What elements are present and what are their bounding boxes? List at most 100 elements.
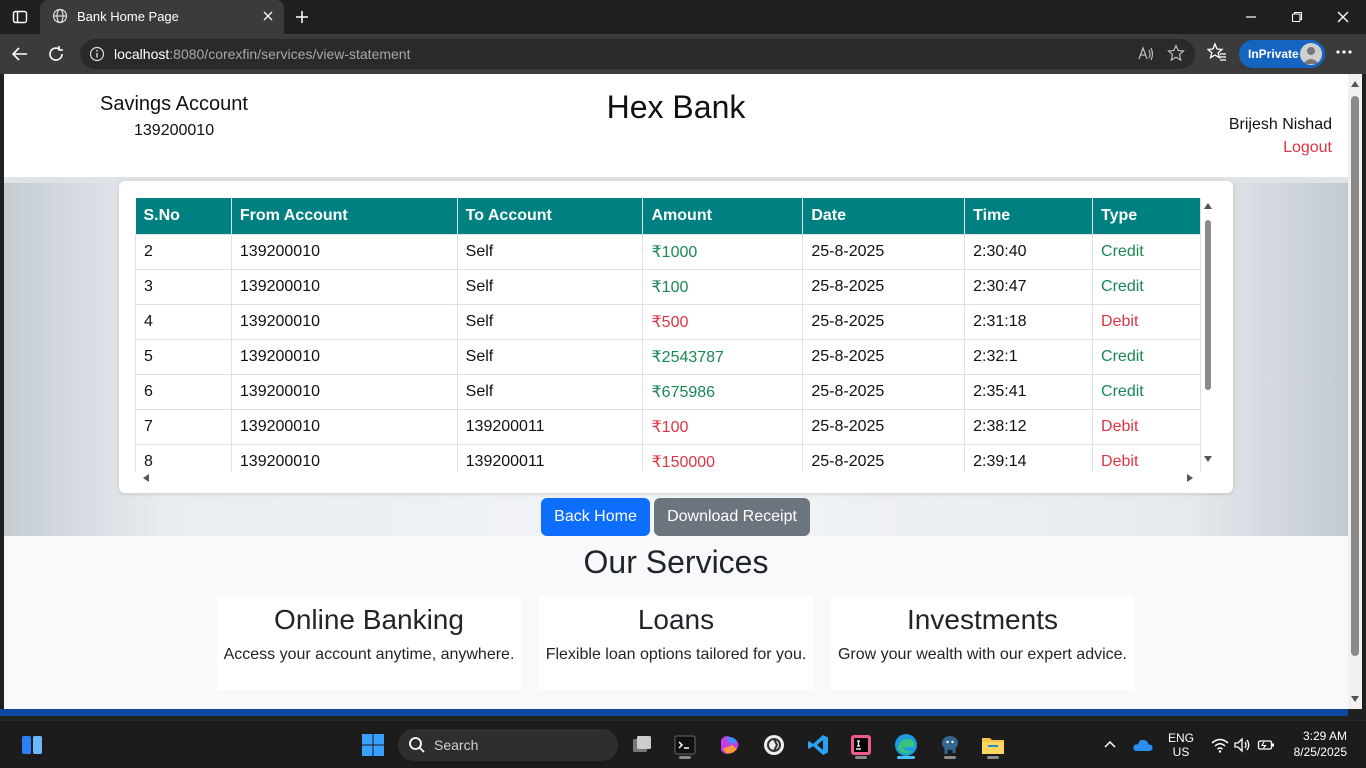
table-row: 5 139200010 Self ₹2543787 25-8-2025 2:32…	[135, 339, 1201, 375]
scroll-up-arrow-icon[interactable]	[1204, 203, 1212, 209]
cell-type: Credit	[1092, 233, 1201, 270]
cell-date: 25-8-2025	[802, 233, 966, 270]
postgres-icon[interactable]	[934, 729, 966, 761]
battery-icon[interactable]	[1250, 729, 1282, 761]
url-text[interactable]: localhost:8080/corexfin/services/view-st…	[114, 46, 410, 62]
m365-app-icon[interactable]	[714, 729, 746, 761]
read-aloud-icon[interactable]	[1137, 45, 1155, 66]
user-name: Brijesh Nishad	[1228, 116, 1332, 133]
browser-tab[interactable]: Bank Home Page	[40, 0, 284, 34]
service-card-loans: Loans Flexible loan options tailored for…	[539, 596, 813, 690]
site-info-icon[interactable]	[89, 46, 105, 67]
cell-time: 2:38:12	[964, 409, 1094, 445]
widgets-icon[interactable]	[16, 729, 48, 761]
clock[interactable]: 3:29 AM 8/25/2025	[1287, 729, 1347, 759]
table-row: 6 139200010 Self ₹675986 25-8-2025 2:35:…	[135, 374, 1201, 410]
file-explorer-icon[interactable]	[977, 729, 1009, 761]
clock-date: 8/25/2025	[1293, 745, 1347, 759]
cell-to: Self	[457, 304, 644, 340]
cell-sno: 4	[135, 304, 232, 340]
active-indicator	[897, 756, 915, 759]
inprivate-badge[interactable]: InPrivate	[1239, 40, 1325, 68]
cell-from: 139200010	[231, 374, 458, 410]
service-title: Loans	[637, 604, 715, 635]
minimize-button[interactable]	[1228, 0, 1274, 34]
globe-icon	[52, 8, 68, 27]
cell-date: 25-8-2025	[802, 304, 966, 340]
service-description: Access your account anytime, anywhere.	[223, 646, 515, 663]
table-row: 4 139200010 Self ₹500 25-8-2025 2:31:18 …	[135, 304, 1201, 340]
services-section: Our Services Online Banking Access your …	[4, 536, 1348, 709]
cell-to: Self	[457, 233, 644, 270]
table-vertical-scrollbar[interactable]	[1202, 198, 1214, 470]
page-scroll-up-arrow-icon[interactable]	[1351, 81, 1359, 87]
new-tab-button[interactable]	[290, 5, 314, 29]
intellij-icon[interactable]	[845, 729, 877, 761]
cell-date: 25-8-2025	[802, 409, 966, 445]
scroll-left-arrow-icon[interactable]	[143, 474, 149, 482]
cell-type: Credit	[1092, 374, 1201, 410]
page-scroll-down-arrow-icon[interactable]	[1351, 696, 1359, 702]
service-card-investments: Investments Grow your wealth with our ex…	[831, 596, 1134, 690]
restore-button[interactable]	[1274, 0, 1320, 34]
terminal-app-icon[interactable]	[669, 729, 701, 761]
column-header-from-account: From Account	[231, 198, 458, 234]
table-row: 3 139200010 Self ₹100 25-8-2025 2:30:47 …	[135, 269, 1201, 305]
service-description: Flexible loan options tailored for you.	[545, 646, 807, 663]
scroll-thumb[interactable]	[1205, 220, 1211, 390]
show-hidden-icons-chevron-icon[interactable]	[1094, 729, 1126, 761]
back-home-button[interactable]: Back Home	[541, 498, 650, 536]
language-indicator[interactable]: ENG US	[1167, 731, 1195, 759]
favorite-star-icon[interactable]	[1167, 44, 1185, 67]
table-row: 7 139200010 139200011 ₹100 25-8-2025 2:3…	[135, 409, 1201, 445]
onedrive-cloud-icon[interactable]	[1127, 729, 1159, 761]
favorites-icon[interactable]	[1206, 42, 1227, 67]
windows-taskbar: Search ENG US 3:29 AM 8/25/2025	[0, 720, 1366, 768]
cell-from: 139200010	[231, 269, 458, 305]
cell-from: 139200010	[231, 444, 458, 472]
table-row: 8 139200010 139200011 ₹150000 25-8-2025 …	[135, 444, 1201, 472]
cell-time: 2:35:41	[964, 374, 1094, 410]
cell-amount: ₹100	[642, 269, 804, 305]
close-tab-icon[interactable]	[262, 10, 274, 25]
cell-date: 25-8-2025	[802, 339, 966, 375]
close-window-button[interactable]	[1320, 0, 1366, 34]
refresh-icon[interactable]	[44, 42, 68, 66]
cell-amount: ₹2543787	[642, 339, 804, 375]
vscode-icon[interactable]	[802, 729, 834, 761]
region-code: US	[1172, 745, 1190, 759]
download-receipt-button[interactable]: Download Receipt	[654, 498, 810, 536]
cell-amount: ₹100	[642, 409, 804, 445]
address-toolbar: localhost:8080/corexfin/services/view-st…	[0, 34, 1366, 74]
page-scroll-thumb[interactable]	[1351, 96, 1359, 656]
edge-browser-icon[interactable]	[890, 729, 922, 761]
column-header-date: Date	[802, 198, 966, 234]
cell-to: 139200011	[457, 409, 644, 445]
bank-name-title: Hex Bank	[606, 89, 746, 125]
cell-sno: 5	[135, 339, 232, 375]
scroll-right-arrow-icon[interactable]	[1187, 474, 1193, 482]
running-indicator	[855, 756, 867, 759]
profile-avatar-icon	[1300, 43, 1322, 65]
taskbar-search-box[interactable]: Search	[398, 729, 618, 761]
logout-link[interactable]: Logout	[1283, 139, 1332, 157]
tab-actions-icon[interactable]	[8, 5, 32, 29]
start-windows-icon[interactable]	[357, 729, 389, 761]
browser-tab-bar: Bank Home Page	[0, 0, 1366, 34]
back-arrow-icon[interactable]	[8, 42, 32, 66]
running-indicator	[944, 756, 956, 759]
statement-table-scroll-area[interactable]: S.No From Account To Account Amount Date…	[135, 198, 1201, 472]
page-vertical-scrollbar[interactable]	[1348, 74, 1362, 709]
more-options-icon[interactable]	[1334, 42, 1354, 67]
cell-to: Self	[457, 374, 644, 410]
url-bar[interactable]: localhost:8080/corexfin/services/view-st…	[80, 39, 1195, 69]
cell-sno: 8	[135, 444, 232, 472]
cell-sno: 7	[135, 409, 232, 445]
services-title: Our Services	[583, 544, 769, 580]
search-label: Search	[434, 737, 479, 753]
scroll-down-arrow-icon[interactable]	[1204, 456, 1212, 462]
app-circle-icon[interactable]	[758, 729, 790, 761]
clock-time: 3:29 AM	[1302, 729, 1347, 743]
column-header-to-account: To Account	[457, 198, 644, 234]
task-view-icon[interactable]	[626, 729, 658, 761]
